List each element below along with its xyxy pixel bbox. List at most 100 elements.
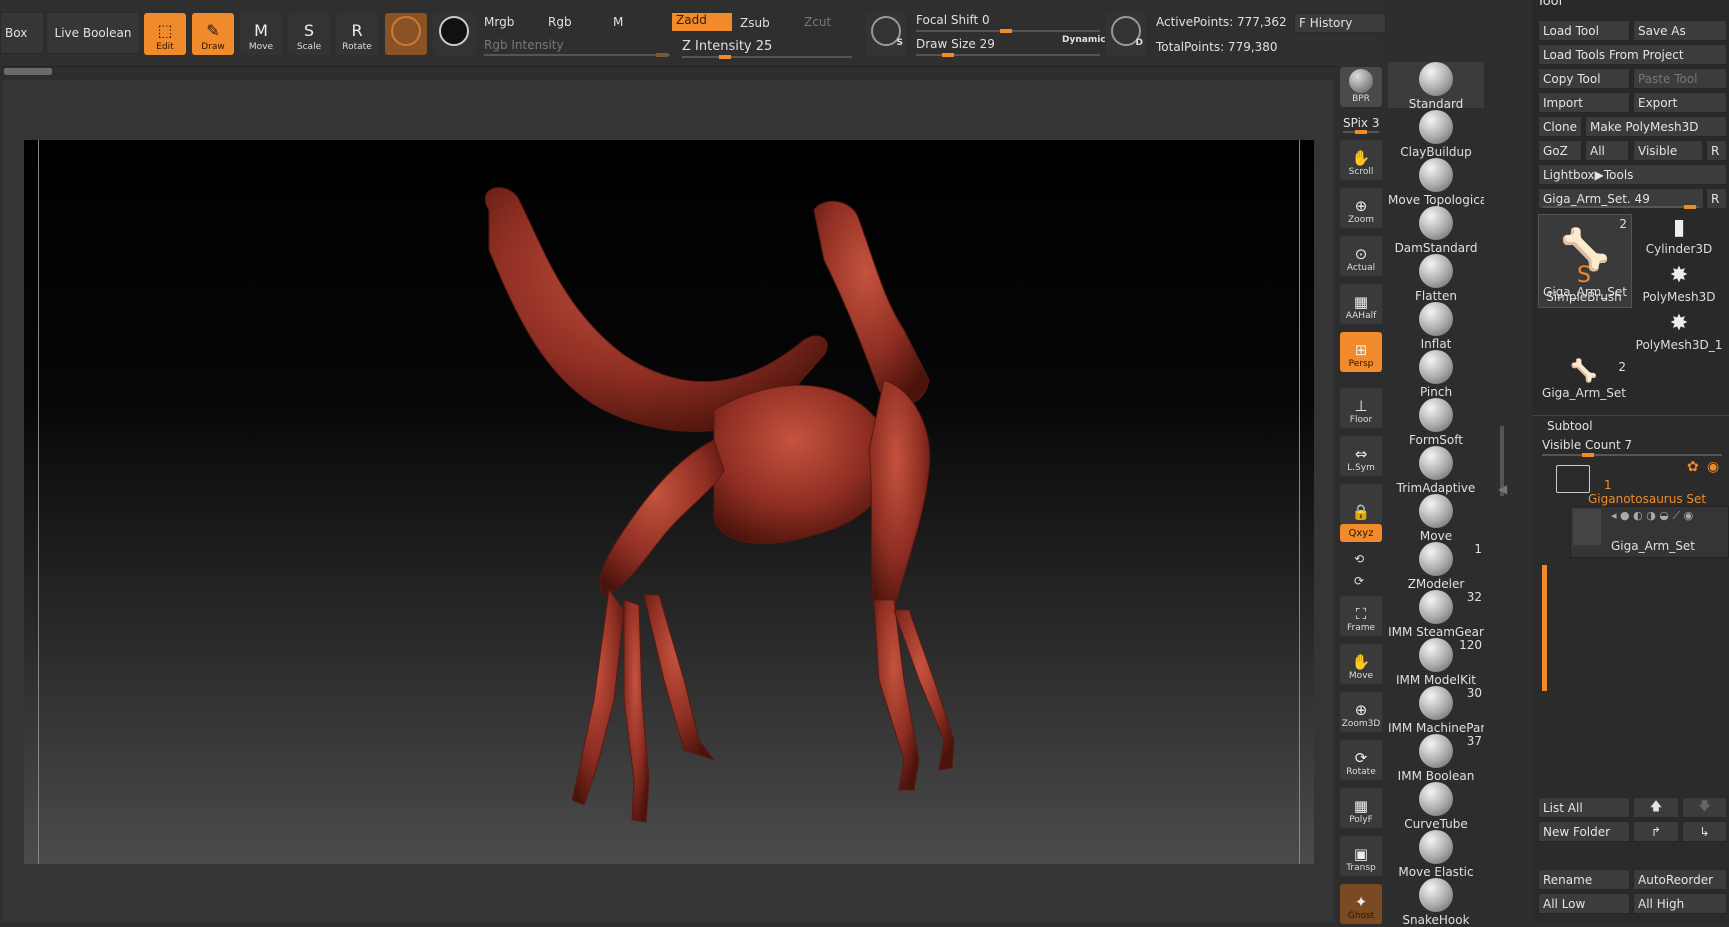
material-button[interactable] xyxy=(385,13,427,55)
clone-button[interactable]: Clone xyxy=(1538,116,1582,137)
zsub-toggle[interactable]: Zsub xyxy=(740,16,770,30)
new-folder-button[interactable]: New Folder xyxy=(1538,821,1630,842)
brush-imm-boolean[interactable]: IMM Boolean 37 xyxy=(1388,734,1484,783)
tool-slider-track[interactable] xyxy=(1543,205,1699,209)
focal-d-button[interactable]: D xyxy=(1106,13,1146,55)
local-rotate-icons[interactable]: ⟲ ⟳ xyxy=(1354,548,1364,592)
save-as-button[interactable]: Save As xyxy=(1633,20,1727,41)
tool-thumb-cylinder3d[interactable]: ▮ Cylinder3D xyxy=(1633,214,1725,260)
view-button-lock[interactable]: 🔒 xyxy=(1340,484,1382,524)
collapse-arrow-icon[interactable]: ◀ xyxy=(1498,482,1507,496)
z-intensity-slider[interactable] xyxy=(682,55,852,59)
tool-scale-button[interactable]: S Scale xyxy=(288,13,330,55)
xyz-symmetry-button[interactable]: Qxyz xyxy=(1340,524,1382,542)
tool-rotate-button[interactable]: R Rotate xyxy=(336,13,378,55)
bpr-button[interactable]: BPR xyxy=(1340,67,1382,107)
f-history-button[interactable]: F History xyxy=(1294,13,1386,33)
rgb-intensity-slider[interactable] xyxy=(484,53,670,57)
all-high-button[interactable]: All High xyxy=(1633,893,1727,914)
folder-icon[interactable] xyxy=(1556,465,1590,493)
horizontal-scroll-thumb[interactable] xyxy=(4,68,52,75)
brush-imm-steamgear[interactable]: IMM SteamGear 32 xyxy=(1388,590,1484,639)
box-button[interactable]: Box xyxy=(0,12,44,54)
focal-s-button[interactable]: S xyxy=(866,13,906,55)
load-tools-from-project-button[interactable]: Load Tools From Project xyxy=(1538,44,1727,65)
subtool-header[interactable]: Subtool xyxy=(1547,419,1593,433)
goz-visible-button[interactable]: Visible xyxy=(1633,140,1703,161)
zadd-toggle[interactable]: Zadd xyxy=(672,13,732,31)
move-down-button[interactable]: 🡇 xyxy=(1682,797,1727,818)
mrgb-toggle[interactable]: Mrgb xyxy=(484,15,514,29)
brush-pinch[interactable]: Pinch xyxy=(1388,350,1484,399)
live-boolean-button[interactable]: Live Boolean xyxy=(46,12,140,54)
canvas-area[interactable] xyxy=(2,80,1334,922)
view-button-lsym[interactable]: ⇔ L.Sym xyxy=(1340,436,1382,476)
view-button-rotate[interactable]: ⟳ Rotate xyxy=(1340,740,1382,780)
move-in-button[interactable]: ↳ xyxy=(1682,821,1727,842)
brush-move[interactable]: Move xyxy=(1388,494,1484,543)
spix-label[interactable]: SPix 3 xyxy=(1343,116,1379,130)
view-button-zoom[interactable]: ⊕ Zoom xyxy=(1340,188,1382,228)
brush-formsoft[interactable]: FormSoft xyxy=(1388,398,1484,447)
paste-tool-button[interactable]: Paste Tool xyxy=(1633,68,1727,89)
move-out-button[interactable]: ↱ xyxy=(1633,821,1679,842)
tool-slider-button[interactable]: Giga_Arm_Set. 49 xyxy=(1538,188,1704,209)
brush-imm-modelkit[interactable]: IMM ModelKit 120 xyxy=(1388,638,1484,687)
tool-draw-button[interactable]: ✎ Draw xyxy=(192,13,234,55)
view-button-frame[interactable]: ⛶ Frame xyxy=(1340,596,1382,636)
view-button-zoom3d[interactable]: ⊕ Zoom3D xyxy=(1340,692,1382,732)
spix-slider[interactable] xyxy=(1343,130,1379,134)
draw-size-slider[interactable] xyxy=(916,53,1100,57)
brush-flatten[interactable]: Flatten xyxy=(1388,254,1484,303)
folder-eye-icon[interactable]: ◉ xyxy=(1707,459,1719,475)
m-toggle[interactable]: M xyxy=(613,15,623,29)
list-all-button[interactable]: List All xyxy=(1538,797,1630,818)
tool-thumb-polymesh3d[interactable]: ✸ PolyMesh3D xyxy=(1633,262,1725,308)
zcut-toggle[interactable]: Zcut xyxy=(804,15,831,29)
focal-shift-slider[interactable] xyxy=(916,29,1100,33)
brush-zmodeler[interactable]: ZModeler 1 xyxy=(1388,542,1484,591)
dynamic-toggle[interactable]: Dynamic xyxy=(1062,35,1106,45)
load-tool-button[interactable]: Load Tool xyxy=(1538,20,1630,41)
lightbox-tools-button[interactable]: Lightbox▶Tools xyxy=(1538,164,1727,185)
goz-all-button[interactable]: All xyxy=(1585,140,1629,161)
view-button-persp[interactable]: ⊞ Persp xyxy=(1340,332,1382,372)
view-button-scroll[interactable]: ✋ Scroll xyxy=(1340,140,1382,180)
view-button-polyf[interactable]: ▦ PolyF xyxy=(1340,788,1382,828)
subtool-toggle-icons[interactable]: ◂ ● ◐ ◑ ◒ ⟋ ◉ xyxy=(1611,509,1693,523)
tool-thumb-simplebrush[interactable]: S SimpleBrush xyxy=(1538,262,1630,308)
brush-move-elastic[interactable]: Move Elastic xyxy=(1388,830,1484,879)
tool-panel-header[interactable]: Tool xyxy=(1537,0,1562,9)
goz-r-button[interactable]: R xyxy=(1706,140,1727,161)
auto-reorder-button[interactable]: AutoReorder xyxy=(1633,869,1727,890)
rgb-toggle[interactable]: Rgb xyxy=(548,15,572,29)
brush-move-topologica[interactable]: Move Topologica xyxy=(1388,158,1484,207)
visible-count-slider[interactable] xyxy=(1542,453,1722,457)
copy-tool-button[interactable]: Copy Tool xyxy=(1538,68,1630,89)
tool-edit-button[interactable]: ⬚ Edit xyxy=(144,13,186,55)
tool-thumb-polymesh3d-1[interactable]: ✸ PolyMesh3D_1 xyxy=(1633,310,1725,356)
folder-name[interactable]: Giganotosaurus Set xyxy=(1588,492,1706,506)
view-button-transp[interactable]: ▣ Transp xyxy=(1340,836,1382,876)
view-button-move[interactable]: ✋ Move xyxy=(1340,644,1382,684)
tool-thumb-giga-arm-set[interactable]: 🦴 Giga_Arm_Set 2 xyxy=(1538,358,1630,404)
brush-inflat[interactable]: Inflat xyxy=(1388,302,1484,351)
view-button-aahalf[interactable]: ▦ AAHalf xyxy=(1340,284,1382,324)
move-up-button[interactable]: 🡅 xyxy=(1633,797,1679,818)
all-low-button[interactable]: All Low xyxy=(1538,893,1630,914)
subtool-item[interactable]: ◂ ● ◐ ◑ ◒ ⟋ ◉ Giga_Arm_Set xyxy=(1570,506,1729,558)
brush-trimadaptive[interactable]: TrimAdaptive xyxy=(1388,446,1484,495)
canvas-document[interactable] xyxy=(24,140,1314,864)
brush-snakehook[interactable]: SnakeHook xyxy=(1388,878,1484,927)
brush-imm-machinepar[interactable]: IMM MachinePar 30 xyxy=(1388,686,1484,735)
goz-button[interactable]: GoZ xyxy=(1538,140,1582,161)
tool-move-button[interactable]: M Move xyxy=(240,13,282,55)
export-button[interactable]: Export xyxy=(1633,92,1727,113)
view-button-ghost[interactable]: ✦ Ghost xyxy=(1340,884,1382,924)
view-button-actual[interactable]: ⊙ Actual xyxy=(1340,236,1382,276)
brush-damstandard[interactable]: DamStandard xyxy=(1388,206,1484,255)
stroke-button[interactable] xyxy=(433,13,475,55)
folder-gear-icon[interactable]: ✿ xyxy=(1687,459,1699,475)
import-button[interactable]: Import xyxy=(1538,92,1630,113)
subtool-scroll-bar[interactable] xyxy=(1542,565,1547,691)
